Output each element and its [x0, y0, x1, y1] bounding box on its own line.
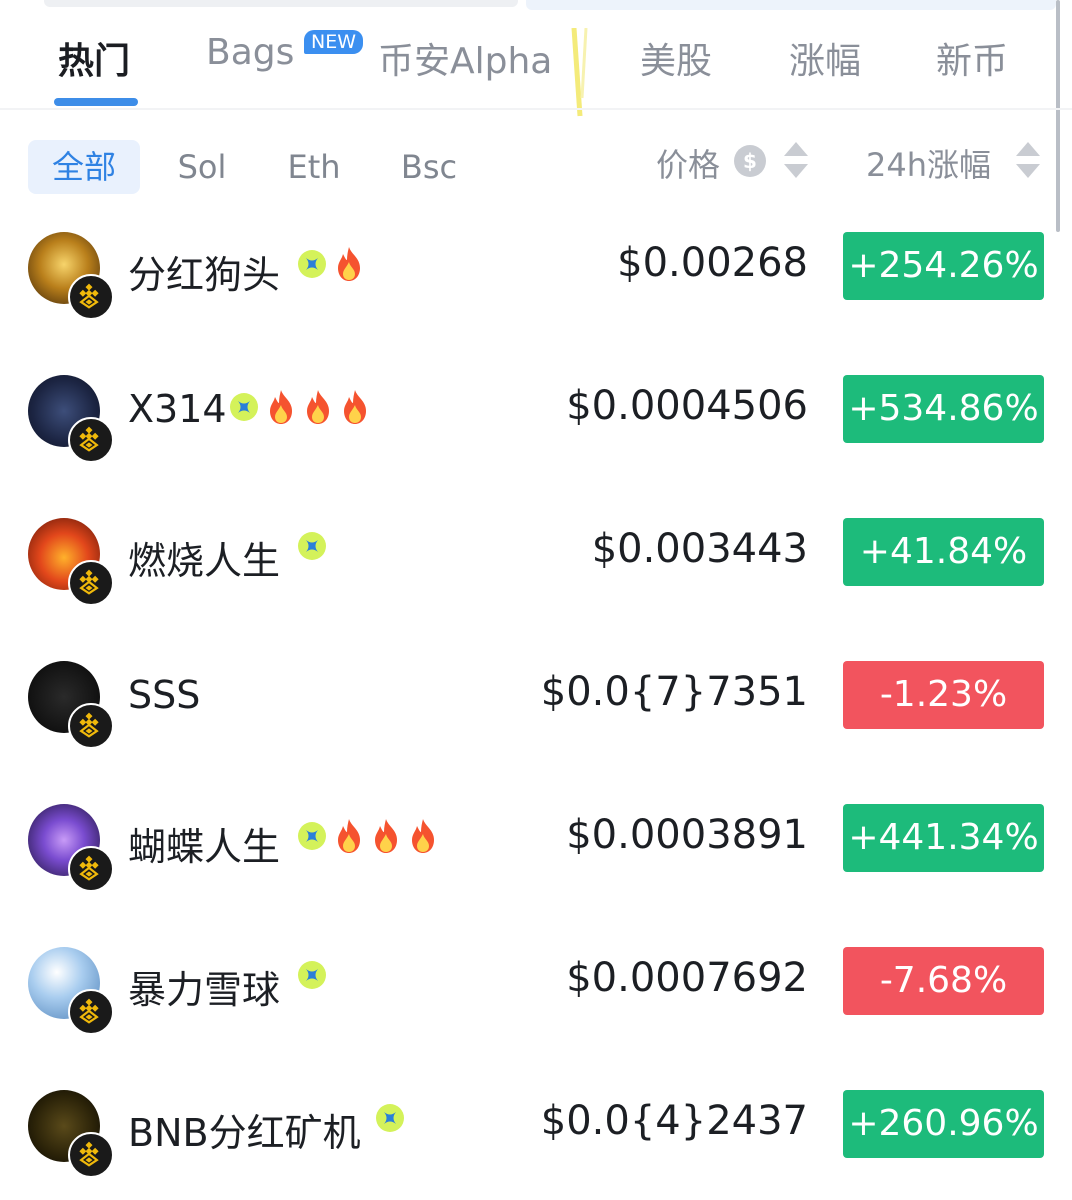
alpha-tag-icon: [230, 393, 258, 425]
new-badge: NEW: [304, 30, 364, 54]
token-name: 蝴蝶人生: [128, 825, 281, 869]
tab-divider: [0, 108, 1072, 110]
token-price: $0.0007692: [566, 955, 808, 1001]
token-tags: [298, 961, 334, 1001]
bnb-chain-badge-icon: [68, 703, 114, 749]
token-name: X314: [128, 387, 227, 431]
token-tags: [376, 1104, 412, 1144]
token-row[interactable]: SSS $0.0{7}7351 -1.23%: [0, 661, 1072, 804]
bnb-chain-badge-icon: [68, 846, 114, 892]
active-tab-indicator: [54, 98, 138, 106]
change-badge[interactable]: +260.96%: [843, 1090, 1044, 1158]
token-row[interactable]: 分红狗头 $0.00268 +254.26%: [0, 232, 1072, 375]
tab-us-stocks[interactable]: 美股: [640, 32, 712, 84]
token-row[interactable]: 蝴蝶人生 $0.0003891 +441.34%: [0, 804, 1072, 947]
tab-new-coins[interactable]: 新币: [936, 32, 1008, 84]
bnb-chain-badge-icon: [68, 989, 114, 1035]
token-row[interactable]: BNB分红矿机 $0.0{4}2437 +260.96%: [0, 1090, 1072, 1200]
token-name: BNB分红矿机: [128, 1111, 361, 1155]
token-tags: [298, 532, 334, 572]
fire-icon: [334, 818, 364, 858]
change-badge[interactable]: +441.34%: [843, 804, 1044, 872]
alpha-tag-icon: [298, 822, 326, 854]
filter-bsc[interactable]: Bsc: [388, 140, 470, 194]
token-list-screen: 热门 Bags NEW 币安Alpha 美股 涨幅 新币 全部 Sol Eth …: [0, 0, 1072, 1200]
bnb-chain-badge-icon: [68, 1132, 114, 1178]
category-tabs: 热门 Bags NEW 币安Alpha 美股 涨幅 新币: [0, 28, 1072, 117]
tab-bags[interactable]: Bags: [206, 32, 294, 73]
fire-icon: [334, 246, 364, 286]
change-badge[interactable]: +41.84%: [843, 518, 1044, 586]
token-tags: [298, 818, 445, 858]
filter-eth[interactable]: Eth: [274, 140, 354, 194]
token-name: 燃烧人生: [128, 539, 281, 583]
token-row[interactable]: 燃烧人生 $0.003443 +41.84%: [0, 518, 1072, 661]
alpha-tag-icon: [298, 961, 326, 993]
alpha-tag-icon: [376, 1104, 404, 1136]
token-tags: [298, 246, 371, 286]
fire-icon: [303, 389, 333, 429]
token-row[interactable]: X314 $0.0004506 +534.86%: [0, 375, 1072, 518]
token-price: $0.0{7}7351: [540, 669, 808, 715]
change-badge[interactable]: +534.86%: [843, 375, 1044, 443]
filter-sol[interactable]: Sol: [162, 140, 242, 194]
alpha-tag-icon: [298, 250, 326, 282]
token-price: $0.0004506: [566, 383, 808, 429]
change-badge[interactable]: -7.68%: [843, 947, 1044, 1015]
fire-icon: [340, 389, 370, 429]
token-price: $0.003443: [591, 526, 808, 572]
fire-icon: [371, 818, 401, 858]
bnb-chain-badge-icon: [68, 274, 114, 320]
tab-binance-alpha[interactable]: 币安Alpha: [378, 32, 552, 84]
token-name: SSS: [128, 673, 201, 717]
bnb-chain-badge-icon: [68, 417, 114, 463]
chain-filter-row: 全部 Sol Eth Bsc 价格 $ 24h涨幅: [0, 136, 1072, 196]
tab-hot[interactable]: 热门: [58, 32, 130, 84]
change-badge[interactable]: -1.23%: [843, 661, 1044, 729]
token-tags: [230, 389, 377, 429]
change-badge[interactable]: +254.26%: [843, 232, 1044, 300]
filter-all[interactable]: 全部: [28, 140, 140, 194]
fire-icon: [408, 818, 438, 858]
token-price: $0.0{4}2437: [540, 1098, 808, 1144]
alpha-highlight-decoration: [571, 28, 588, 117]
bnb-chain-badge-icon: [68, 560, 114, 606]
alpha-tag-icon: [298, 532, 326, 564]
token-price: $0.0003891: [566, 812, 808, 858]
token-row[interactable]: 暴力雪球 $0.0007692 -7.68%: [0, 947, 1072, 1090]
dollar-icon[interactable]: $: [734, 145, 766, 177]
tab-gainers[interactable]: 涨幅: [789, 32, 861, 84]
token-price: $0.00268: [617, 240, 808, 286]
change-sort-arrows-icon[interactable]: [1014, 140, 1042, 180]
sort-price-label[interactable]: 价格: [656, 140, 720, 186]
top-banner-edge: [526, 0, 1056, 10]
token-name: 暴力雪球: [128, 968, 281, 1012]
fire-icon: [266, 389, 296, 429]
top-search-bar-edge: [44, 0, 518, 7]
token-name: 分红狗头: [128, 253, 281, 297]
price-sort-arrows-icon[interactable]: [782, 140, 810, 180]
sort-24h-change-label[interactable]: 24h涨幅: [866, 140, 991, 186]
